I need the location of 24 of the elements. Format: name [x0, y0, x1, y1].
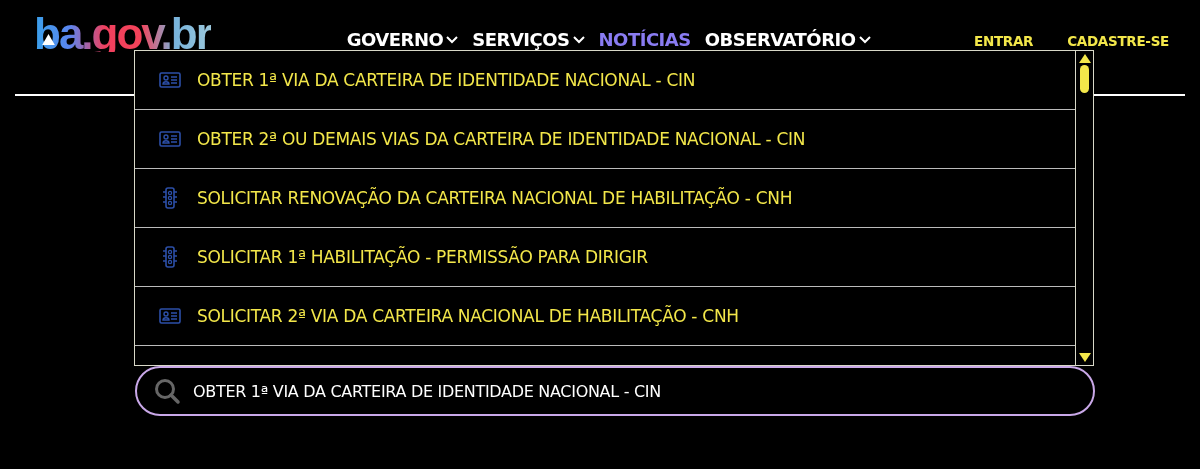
scroll-up-arrow-icon[interactable]	[1078, 54, 1091, 63]
account-link[interactable]: ENTRAR	[974, 33, 1034, 49]
nav-menu-item[interactable]: SERVIÇOS	[472, 29, 585, 50]
scroll-down-arrow-icon[interactable]	[1078, 353, 1091, 362]
search-icon	[153, 377, 181, 405]
site-logo[interactable]: ba.gov.br	[34, 16, 211, 52]
chevron-down-icon	[572, 35, 585, 44]
scrollbar-thumb[interactable]	[1080, 65, 1089, 93]
chevron-down-icon	[858, 35, 871, 44]
suggestion-item[interactable]: OBTER 1ª VIA DA CARTEIRA DE IDENTIDADE NACIONAL - CIN	[135, 51, 1075, 110]
suggestion-item[interactable]: SOLICITAR 1ª HABILITAÇÃO - PERMISSÃO PARA DIRIGIR	[135, 228, 1075, 287]
chevron-down-icon	[446, 35, 459, 44]
suggestion-item[interactable]: SOLICITAR 2ª VIA DA CARTEIRA NACIONAL DE HABILITAÇÃO - CNH	[135, 287, 1075, 346]
nav-menu-item[interactable]: GOVERNO	[346, 29, 459, 50]
id-card-icon	[159, 128, 181, 150]
suggestion-item[interactable]: SOLICITAR RENOVAÇÃO DA CARTEIRA NACIONAL DE HABILITAÇÃO - CNH	[135, 169, 1075, 228]
nav-menu-item[interactable]: NOTÍCIAS	[598, 29, 691, 50]
triangle-icon	[42, 34, 55, 45]
search-field[interactable]: OBTER 1ª VIA DA CARTEIRA DE IDENTIDADE NACIONAL - CIN	[135, 366, 1095, 416]
nav-menu-item[interactable]: OBSERVATÓRIO	[704, 29, 871, 50]
account-link[interactable]: CADASTRE-SE	[1067, 33, 1169, 49]
id-card-icon	[159, 69, 181, 91]
suggestion-item[interactable]: OBTER 2ª OU DEMAIS VIAS DA CARTEIRA DE IDENTIDADE NACIONAL - CIN	[135, 110, 1075, 169]
id-card-icon	[159, 305, 181, 327]
